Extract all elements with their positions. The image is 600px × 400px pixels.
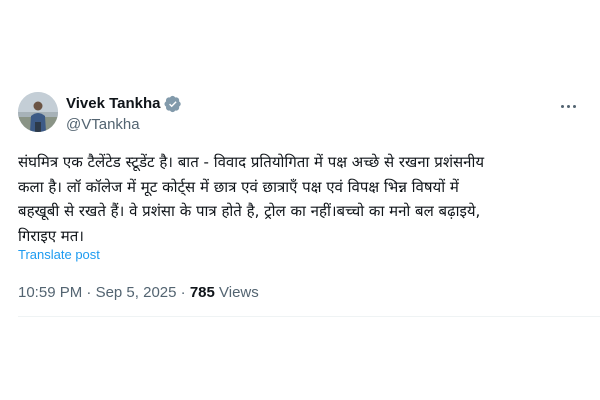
tweet-header: Vivek Tankha @VTankha <box>18 92 582 136</box>
meta-separator: · <box>176 284 190 301</box>
more-dot <box>572 104 576 108</box>
avatar-image <box>18 92 58 132</box>
author-display-name[interactable]: Vivek Tankha <box>66 94 161 114</box>
tweet-card: Vivek Tankha @VTankha संघमित्र एक टैलेंट… <box>0 0 600 400</box>
display-name-row: Vivek Tankha <box>66 94 182 114</box>
tweet-meta: 10:59 PM · Sep 5, 2025 · 785 Views <box>18 283 259 303</box>
views-label: Views <box>214 284 259 301</box>
more-dot <box>566 104 570 108</box>
divider <box>18 316 600 317</box>
author-handle[interactable]: @VTankha <box>66 115 182 135</box>
translate-post-link[interactable]: Translate post <box>18 247 100 263</box>
tweet-time[interactable]: 10:59 PM <box>18 284 82 301</box>
author-names: Vivek Tankha @VTankha <box>66 94 182 135</box>
avatar[interactable] <box>18 92 58 132</box>
more-dot <box>560 104 564 108</box>
meta-separator: · <box>82 284 96 301</box>
tweet-text: संघमित्र एक टैलेंटेड स्टूडेंट है। बात - … <box>18 153 485 245</box>
tweet-date[interactable]: Sep 5, 2025 <box>96 284 177 301</box>
verified-badge-icon[interactable] <box>163 95 182 113</box>
more-horizontal-icon[interactable] <box>556 96 580 116</box>
views-count[interactable]: 785 <box>190 284 215 301</box>
